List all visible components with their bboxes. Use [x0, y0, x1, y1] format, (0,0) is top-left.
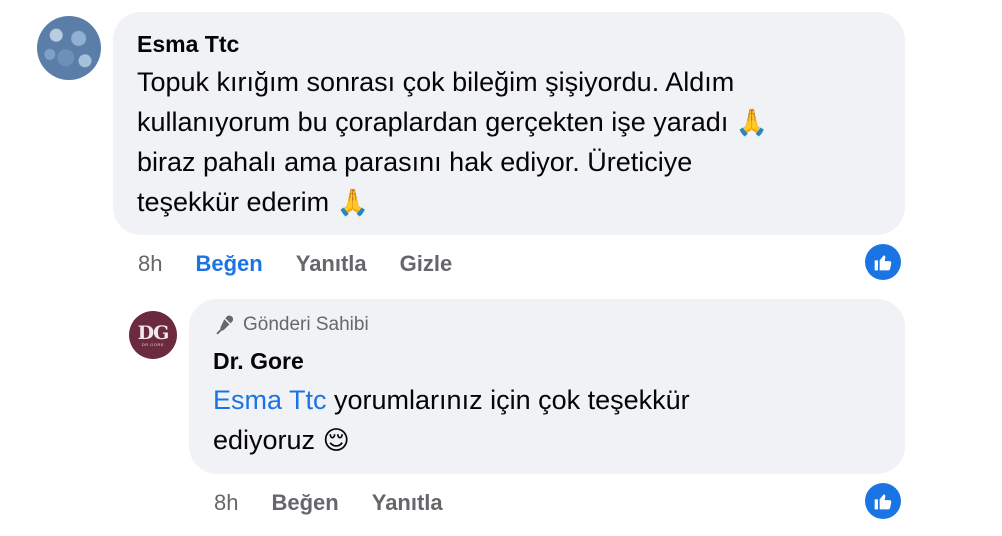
author-badge: Gönderi Sahibi [213, 314, 369, 336]
pray-emoji: 🙏 [735, 107, 769, 137]
page-avatar[interactable]: DG DR.GORE [129, 311, 177, 359]
comment-text-line: biraz pahalı ama parasını hak ediyor. Ür… [137, 147, 693, 177]
comment-text-line: kullanıyorum bu çoraplardan gerçekten iş… [137, 102, 897, 142]
comment-text-line: teşekkür ederim 🙏 [137, 182, 897, 222]
mention-link[interactable]: Esma Ttc [213, 385, 327, 415]
reply-text-line: ediyoruz 😌 [213, 420, 893, 460]
pray-emoji: 🙏 [336, 187, 369, 217]
comment-text-segment: teşekkür ederim [137, 187, 330, 217]
comment-timestamp[interactable]: 8h [138, 251, 162, 277]
reply-text-line: Esma Ttc yorumlarınız için çok teşekkür [213, 380, 893, 420]
comment-author[interactable]: Esma Ttc [137, 31, 239, 58]
like-button[interactable]: Beğen [195, 251, 262, 277]
reply-text: Esma Ttc yorumlarınız için çok teşekkür … [213, 380, 893, 460]
reply-author[interactable]: Dr. Gore [213, 348, 304, 375]
reply-text-segment: ediyoruz [213, 425, 316, 455]
comment-text: Topuk kırığım sonrası çok bileğim şişiyo… [137, 62, 897, 222]
thumbs-up-icon[interactable] [865, 244, 901, 280]
author-badge-label: Gönderi Sahibi [243, 314, 369, 335]
reply-button[interactable]: Yanıtla [296, 251, 367, 277]
comment-text-line: Topuk kırığım sonrası çok bileğim şişiyo… [137, 67, 735, 97]
reply-like-button[interactable]: Beğen [271, 490, 338, 516]
relieved-emoji: 😌 [322, 425, 350, 455]
reply-actions: 8h Beğen Yanıtla [214, 490, 476, 516]
comment-actions: 8h Beğen Yanıtla Gizle [138, 251, 485, 277]
reply-text-segment: yorumlarınız için çok teşekkür [326, 385, 690, 415]
reply-bubble: Gönderi Sahibi Dr. Gore Esma Ttc yorumla… [189, 299, 905, 474]
comment-bubble: Esma Ttc Topuk kırığım sonrası çok bileğ… [113, 12, 905, 235]
comment-text-segment: kullanıyorum bu çoraplardan gerçekten iş… [137, 107, 729, 137]
avatar-subtext: DR.GORE [141, 341, 165, 347]
commenter-avatar[interactable] [37, 16, 101, 80]
avatar-initials: DG [137, 321, 170, 344]
thumbs-up-icon[interactable] [865, 483, 901, 519]
reply-reply-button[interactable]: Yanıtla [372, 490, 443, 516]
reply-timestamp[interactable]: 8h [214, 490, 238, 516]
microphone-icon [216, 315, 234, 335]
hide-button[interactable]: Gizle [400, 251, 453, 277]
